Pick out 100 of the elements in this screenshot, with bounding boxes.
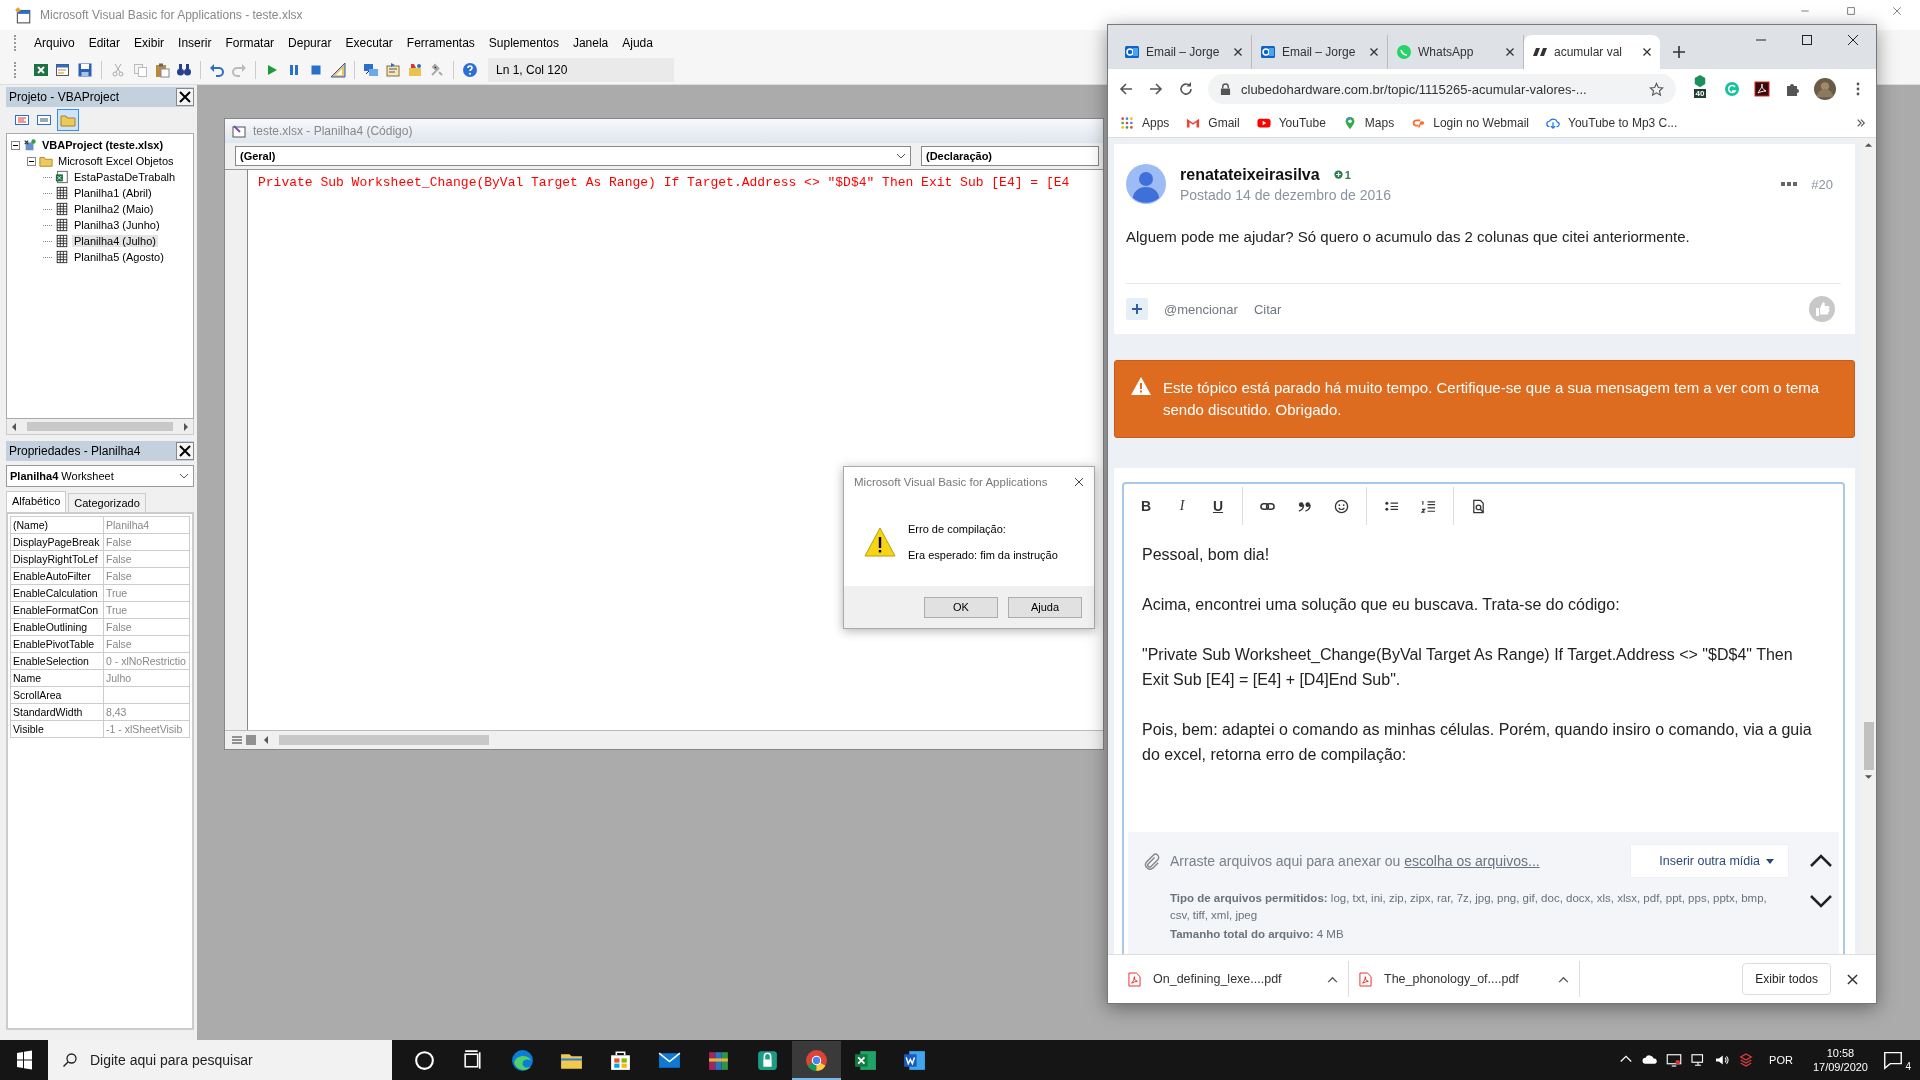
- search-field[interactable]: Digite aqui para pesquisar: [88, 1051, 362, 1069]
- menu-item[interactable]: Exibir: [127, 34, 172, 52]
- menu-item[interactable]: Editar: [81, 34, 128, 52]
- scroll-thumb[interactable]: [279, 735, 489, 745]
- menu-item[interactable]: Arquivo: [27, 34, 82, 52]
- property-name[interactable]: EnableOutlining: [10, 618, 104, 636]
- scroll-thumb[interactable]: [27, 422, 173, 431]
- caret-up-icon[interactable]: [1558, 975, 1569, 983]
- property-name[interactable]: StandardWidth: [10, 703, 104, 721]
- properties-icon[interactable]: [385, 62, 401, 78]
- bookmark[interactable]: Maps: [1342, 116, 1395, 130]
- property-name[interactable]: (Name): [10, 516, 104, 534]
- property-value[interactable]: False: [103, 567, 190, 585]
- object-dropdown[interactable]: (Geral): [235, 146, 911, 166]
- bookmark[interactable]: YouTube: [1256, 116, 1326, 130]
- close-icon[interactable]: [1642, 47, 1652, 57]
- collapse-icon[interactable]: [27, 156, 36, 166]
- browser-tab[interactable]: Email – Jorge: [1252, 35, 1388, 69]
- tree-item[interactable]: Planilha5 (Agosto): [72, 251, 166, 263]
- tree-item[interactable]: Planilha4 (Julho): [72, 235, 158, 247]
- bookmark[interactable]: Apps: [1120, 116, 1170, 130]
- undo-icon[interactable]: [209, 62, 225, 78]
- menu-item[interactable]: Formatar: [218, 34, 282, 52]
- property-name[interactable]: EnablePivotTable: [10, 635, 104, 653]
- reload-icon[interactable]: [1178, 81, 1194, 97]
- browser-tab[interactable]: acumular val: [1524, 35, 1660, 69]
- scroll-up-icon[interactable]: [1864, 142, 1873, 148]
- scrollbar[interactable]: [6, 419, 194, 435]
- view-object-icon[interactable]: [36, 112, 52, 128]
- close-icon[interactable]: [1847, 973, 1858, 985]
- close-icon[interactable]: [1233, 47, 1243, 57]
- procedure-dropdown[interactable]: (Declaração): [921, 146, 1099, 166]
- tree-item[interactable]: Microsoft Excel Objetos: [56, 155, 176, 167]
- property-value[interactable]: 0 - xlNoRestrictio: [103, 652, 190, 670]
- scroll-down-icon[interactable]: [1864, 774, 1873, 780]
- tab[interactable]: Categorizado: [68, 493, 146, 512]
- download-item[interactable]: The_phonology_of....pdf: [1349, 961, 1580, 997]
- close-icon[interactable]: [176, 442, 194, 460]
- module-view-icon[interactable]: [245, 734, 257, 746]
- chevron-right-icon[interactable]: [1856, 118, 1866, 128]
- chevron-down-icon[interactable]: [179, 473, 189, 479]
- author-name[interactable]: renatateixeirasilva: [1180, 165, 1320, 184]
- thumbs-up-icon[interactable]: [1809, 296, 1835, 322]
- form-icon[interactable]: [55, 62, 71, 78]
- scrollbar[interactable]: [1861, 138, 1876, 954]
- property-value[interactable]: True: [103, 584, 190, 602]
- property-name[interactable]: EnableAutoFilter: [10, 567, 104, 585]
- pdf-extension-icon[interactable]: [1754, 81, 1770, 97]
- property-value[interactable]: False: [103, 618, 190, 636]
- format-button[interactable]: B: [1134, 498, 1158, 514]
- property-value[interactable]: Planilha4: [103, 516, 190, 534]
- object-dropdown[interactable]: Planilha4 Worksheet: [6, 465, 194, 487]
- choose-files-link[interactable]: escolha os arquivos...: [1404, 853, 1540, 869]
- close-icon[interactable]: [1369, 47, 1379, 57]
- tab[interactable]: Alfabético: [6, 491, 67, 512]
- caret-up-icon[interactable]: [1327, 975, 1338, 983]
- menu-item[interactable]: Janela: [565, 34, 616, 52]
- property-name[interactable]: EnableSelection: [10, 652, 104, 670]
- more-icon[interactable]: [1781, 181, 1798, 187]
- address-bar[interactable]: clubedohardware.com.br/topic/1115265-acumular-valores-...: [1208, 74, 1676, 104]
- menu-item[interactable]: Ajuda: [615, 34, 660, 52]
- dialog-button[interactable]: Ajuda: [1008, 596, 1082, 618]
- dialog-button[interactable]: OK: [924, 596, 998, 618]
- binoculars-icon[interactable]: [176, 62, 192, 78]
- post-action-link[interactable]: Citar: [1253, 301, 1282, 317]
- clock-date[interactable]: 17/09/2020: [1812, 1061, 1868, 1073]
- property-name[interactable]: DisplayRightToLef: [10, 550, 104, 568]
- bookmark[interactable]: YouTube to Mp3 C...: [1546, 116, 1678, 130]
- avatar[interactable]: [1126, 164, 1166, 204]
- back-icon[interactable]: [1118, 81, 1134, 97]
- show-all-button[interactable]: Exibir todos: [1742, 963, 1831, 995]
- notifications-button[interactable]: 4: [1880, 1045, 1914, 1075]
- tree-item[interactable]: Planilha3 (Junho): [72, 219, 162, 231]
- close-icon[interactable]: [1505, 47, 1515, 57]
- chevron-up-icon[interactable]: [1809, 854, 1833, 868]
- property-value[interactable]: True: [103, 601, 190, 619]
- menu-item[interactable]: Ferramentas: [399, 34, 482, 52]
- property-value[interactable]: -1 - xlSheetVisib: [103, 720, 190, 738]
- tree-item[interactable]: EstaPastaDeTrabalh: [72, 171, 178, 183]
- bookmark[interactable]: Login no Webmail: [1411, 116, 1530, 130]
- project-icon[interactable]: [363, 62, 379, 78]
- paste-icon[interactable]: [154, 62, 170, 78]
- tree-item[interactable]: VBAProject (teste.xlsx): [40, 139, 166, 151]
- view-code-icon[interactable]: [14, 112, 30, 128]
- design-icon[interactable]: [330, 62, 346, 78]
- plus-icon[interactable]: [1672, 45, 1686, 59]
- menu-item[interactable]: Suplementos: [481, 34, 566, 52]
- help-icon[interactable]: [462, 62, 478, 78]
- puzzle-icon[interactable]: [1784, 81, 1800, 97]
- close-icon[interactable]: [176, 88, 194, 106]
- format-button[interactable]: I: [1170, 498, 1194, 514]
- download-item[interactable]: On_defining_lexe....pdf: [1118, 961, 1349, 997]
- tree-item[interactable]: Planilha2 (Maio): [72, 203, 156, 215]
- browser-tab[interactable]: Email – Jorge: [1116, 35, 1252, 69]
- toolbox-icon[interactable]: [429, 62, 445, 78]
- save-icon[interactable]: [77, 62, 93, 78]
- post-action-link[interactable]: @mencionar: [1164, 301, 1238, 317]
- search-field[interactable]: Digite aqui para pesquisar: [48, 1040, 392, 1080]
- property-name[interactable]: DisplayPageBreak: [10, 533, 104, 551]
- property-value[interactable]: False: [103, 533, 190, 551]
